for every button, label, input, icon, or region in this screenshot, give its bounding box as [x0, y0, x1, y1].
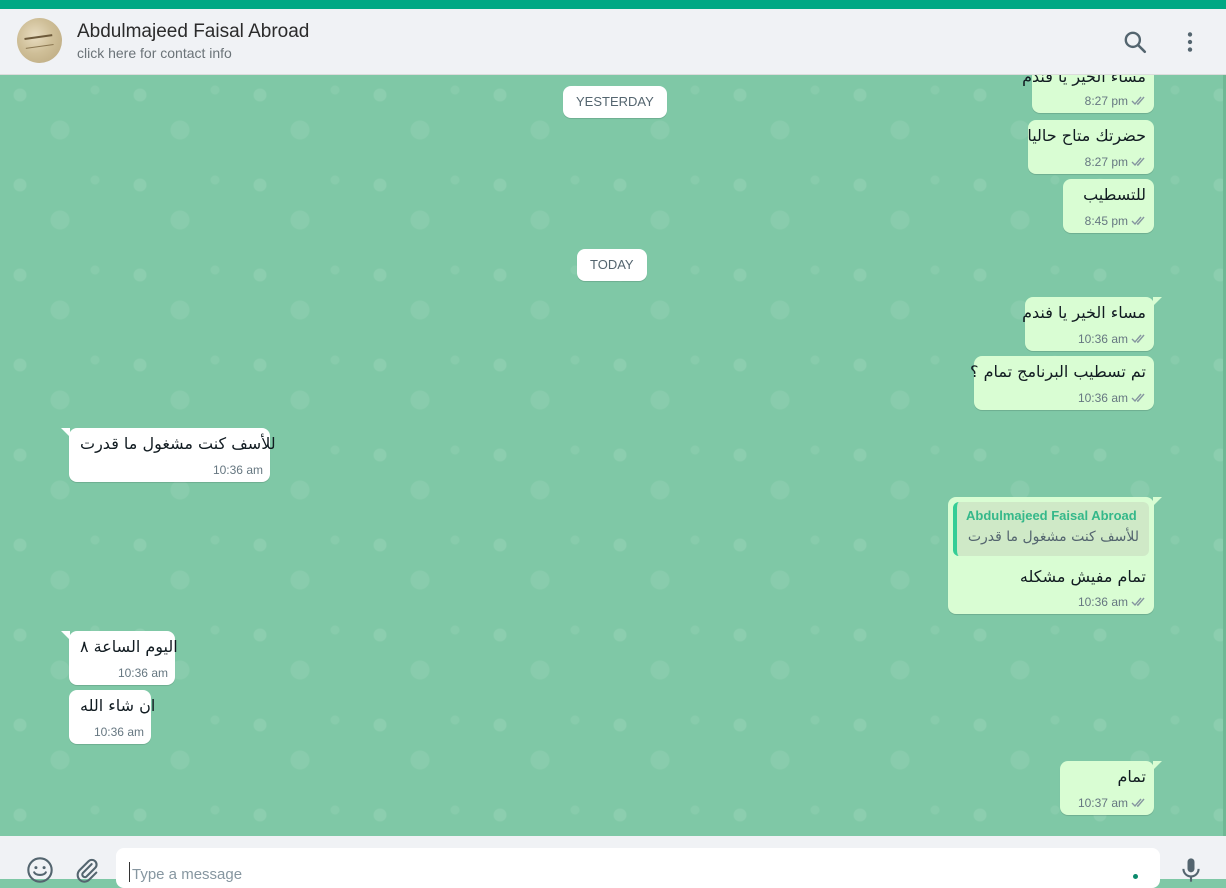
read-ticks-icon: [1131, 597, 1145, 607]
read-ticks-icon: [1131, 96, 1145, 106]
quoted-text: للأسف كنت مشغول ما قدرت: [967, 529, 1139, 545]
read-ticks-icon: [1131, 798, 1145, 808]
menu-icon[interactable]: [1177, 29, 1203, 55]
read-ticks-icon: [1131, 157, 1145, 167]
outgoing-message[interactable]: تمام 10:37 am: [1060, 761, 1162, 815]
date-divider-yesterday: YESTERDAY: [563, 86, 667, 118]
message-time: 10:36 am: [212, 463, 263, 477]
contact-name[interactable]: Abdulmajeed Faisal Abroad: [77, 21, 309, 43]
message-time: 8:27 pm: [1084, 155, 1128, 169]
date-divider-today: TODAY: [577, 249, 647, 281]
outgoing-message[interactable]: تم تسطيب البرنامج تمام ؟ 10:36 am: [970, 356, 1154, 410]
message-time: 10:36 am: [117, 666, 168, 680]
message-time: 8:45 pm: [1084, 214, 1128, 228]
message-input-box[interactable]: [116, 848, 1160, 888]
status-dot: [1133, 874, 1138, 879]
outgoing-message[interactable]: حضرتك متاح حاليا 8:27 pm: [1027, 120, 1154, 174]
mic-icon[interactable]: [1177, 856, 1205, 884]
read-ticks-icon: [1131, 393, 1145, 403]
attach-icon[interactable]: [73, 856, 101, 884]
search-icon[interactable]: [1122, 29, 1148, 55]
outgoing-message[interactable]: مساء الخير يا فندم 10:36 am: [1022, 297, 1162, 351]
message-time: 10:36 am: [1077, 332, 1128, 346]
message-time: 8:27 pm: [1084, 94, 1128, 108]
compose-bar: [0, 836, 1226, 888]
chat-header[interactable]: Abdulmajeed Faisal Abroad click here for…: [0, 9, 1226, 75]
message-time: 10:36 am: [1077, 595, 1128, 609]
read-ticks-icon: [1131, 334, 1145, 344]
message-time: 10:36 am: [1077, 391, 1128, 405]
outgoing-message[interactable]: للتسطيب 8:45 pm: [1063, 179, 1154, 233]
message-input[interactable]: [130, 862, 1114, 886]
contact-avatar[interactable]: [17, 18, 62, 63]
quoted-author: Abdulmajeed Faisal Abroad: [966, 508, 1137, 523]
incoming-message[interactable]: للأسف كنت مشغول ما قدرت 10:36 am: [61, 428, 276, 482]
message-time: 10:37 am: [1077, 796, 1128, 810]
message-list[interactable]: مساء الخير يا فندم 8:27 pm YESTERDAY حضر…: [0, 75, 1226, 836]
message-time: 10:36 am: [93, 725, 144, 739]
read-ticks-icon: [1131, 216, 1145, 226]
outgoing-message[interactable]: مساء الخير يا فندم 8:27 pm: [1022, 75, 1154, 113]
text-cursor: [129, 862, 130, 882]
emoji-icon[interactable]: [26, 856, 54, 884]
quoted-message[interactable]: Abdulmajeed Faisal Abroad للأسف كنت مشغو…: [953, 502, 1149, 556]
incoming-message[interactable]: ان شاء الله 10:36 am: [69, 690, 155, 744]
outgoing-reply-message[interactable]: Abdulmajeed Faisal Abroad للأسف كنت مشغو…: [948, 497, 1162, 614]
incoming-message[interactable]: اليوم الساعة ٨ 10:36 am: [61, 631, 178, 685]
top-accent-bar: [0, 0, 1226, 9]
contact-info-hint[interactable]: click here for contact info: [77, 45, 232, 61]
